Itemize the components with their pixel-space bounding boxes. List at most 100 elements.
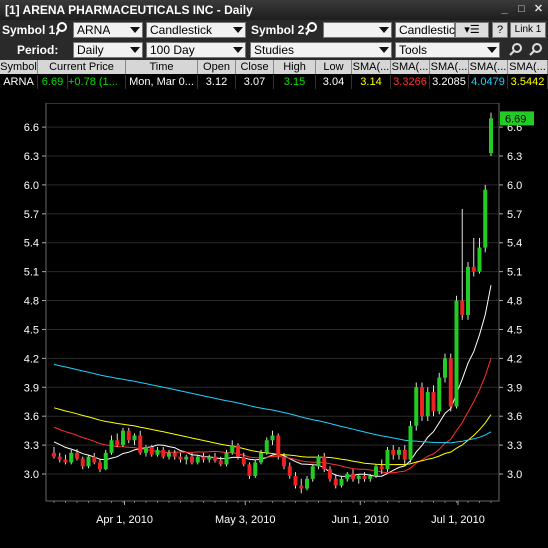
y-tick-label-left: 6.6 bbox=[24, 122, 39, 134]
cell-close: 3.07 bbox=[236, 75, 274, 89]
y-tick-label-left: 6.3 bbox=[24, 151, 39, 163]
cell-time: Mon, Mar 0... bbox=[126, 75, 198, 89]
y-tick-label-left: 4.8 bbox=[24, 296, 39, 308]
y-tick-label-left: 6.0 bbox=[24, 180, 39, 192]
symbol2-label: Symbol 2: bbox=[251, 23, 309, 37]
cell-sma2: 3.3266 bbox=[391, 75, 430, 89]
y-tick-label-left: 3.3 bbox=[24, 440, 39, 452]
candle-body bbox=[115, 440, 120, 446]
y-tick-label-right: 4.8 bbox=[507, 296, 522, 308]
candle-body bbox=[385, 449, 390, 470]
y-tick-label-left: 5.7 bbox=[24, 209, 39, 221]
candle-body bbox=[132, 435, 137, 441]
symbol2-input[interactable] bbox=[323, 22, 392, 38]
candle bbox=[489, 112, 493, 157]
candle-body bbox=[126, 430, 131, 441]
search-icon[interactable] bbox=[305, 22, 321, 38]
candle-body bbox=[483, 189, 488, 248]
col-header-sma5[interactable]: SMA(... bbox=[508, 60, 548, 74]
candle bbox=[86, 454, 91, 469]
candle-body bbox=[425, 392, 430, 417]
range-value: 100 Day bbox=[150, 43, 195, 57]
candle-body bbox=[138, 435, 143, 453]
cell-low: 3.04 bbox=[316, 75, 352, 89]
candle bbox=[454, 295, 459, 409]
col-header-sma2[interactable]: SMA(... bbox=[391, 60, 430, 74]
help-button[interactable]: ? bbox=[492, 22, 508, 38]
period-select[interactable]: Daily bbox=[73, 42, 143, 58]
x-tick-label: Jun 1, 2010 bbox=[332, 514, 390, 526]
candle-body bbox=[253, 462, 258, 476]
range-select[interactable]: 100 Day bbox=[146, 42, 246, 58]
close-icon[interactable]: ✕ bbox=[532, 3, 545, 16]
tools-select[interactable]: Tools bbox=[395, 42, 500, 58]
candle-body bbox=[167, 452, 171, 457]
y-tick-label-right: 5.7 bbox=[507, 209, 522, 221]
symbol1-label: Symbol 1: bbox=[2, 23, 60, 37]
studies-select[interactable]: Studies bbox=[250, 42, 392, 58]
candle-body bbox=[178, 456, 183, 460]
chart-type2-select[interactable]: Candlestick bbox=[395, 22, 461, 38]
price-chart[interactable]: 6.6 6.66.3 6.36.0 6.05.7 5.75.4 5.45.1 5.14.8 4… bbox=[0, 103, 548, 548]
col-header-time[interactable]: Time bbox=[126, 60, 198, 74]
col-header-high[interactable]: High bbox=[274, 60, 316, 74]
y-tick-label-left: 5.1 bbox=[24, 267, 39, 279]
chevron-down-icon bbox=[233, 27, 243, 33]
col-header-close[interactable]: Close bbox=[236, 60, 274, 74]
col-header-symbol[interactable]: Symbol bbox=[0, 60, 38, 74]
zoom-out-icon[interactable] bbox=[508, 42, 524, 58]
col-header-sma4[interactable]: SMA(... bbox=[469, 60, 508, 74]
chevron-down-icon bbox=[233, 47, 243, 53]
candle-body bbox=[454, 300, 459, 407]
y-tick-label-right: 5.1 bbox=[507, 267, 522, 279]
col-header-sma1[interactable]: SMA(... bbox=[352, 60, 391, 74]
y-tick-label-left: 4.2 bbox=[24, 353, 39, 365]
cell-high: 3.15 bbox=[274, 75, 316, 89]
y-tick-label-left: 5.4 bbox=[24, 238, 39, 250]
candle-body bbox=[460, 300, 465, 316]
candle-body bbox=[448, 358, 453, 407]
col-header-low[interactable]: Low bbox=[316, 60, 352, 74]
candle bbox=[414, 382, 419, 431]
menu-icon[interactable]: ▾☰ bbox=[455, 22, 489, 38]
candle bbox=[103, 449, 108, 471]
y-tick-label-right: 5.4 bbox=[507, 238, 522, 250]
chart-type-select[interactable]: Candlestick bbox=[146, 22, 246, 38]
x-tick-label: Jul 1, 2010 bbox=[431, 514, 485, 526]
candle-body bbox=[52, 452, 56, 457]
zoom-in-icon[interactable] bbox=[528, 42, 544, 58]
candle-body bbox=[374, 466, 378, 476]
candle-body bbox=[172, 452, 177, 457]
candle-body bbox=[362, 475, 367, 479]
maximize-icon[interactable]: □ bbox=[515, 3, 528, 16]
cell-sma1: 3.14 bbox=[352, 75, 391, 89]
chart-background bbox=[0, 103, 548, 548]
quote-table: Symbol Current Price Time Open Close Hig… bbox=[0, 60, 548, 90]
symbol1-input[interactable]: ARNA bbox=[73, 22, 143, 38]
col-header-current-price[interactable]: Current Price bbox=[38, 60, 126, 74]
y-tick-label-right: 4.5 bbox=[507, 324, 522, 336]
candle-body bbox=[333, 478, 338, 486]
candle-body bbox=[293, 475, 298, 486]
y-tick-label-left: 3.6 bbox=[24, 411, 39, 423]
candle-body bbox=[287, 466, 292, 476]
window-title: [1] ARENA PHARMACEUTICALS INC - Daily bbox=[5, 3, 253, 17]
cell-sma3: 3.2085 bbox=[430, 75, 469, 89]
candle-body bbox=[443, 358, 447, 378]
studies-value: Studies bbox=[254, 43, 295, 57]
col-header-open[interactable]: Open bbox=[198, 60, 236, 74]
minimize-icon[interactable]: _ bbox=[498, 3, 511, 16]
candle-body bbox=[328, 469, 332, 479]
candle-body bbox=[195, 456, 200, 463]
col-header-sma3[interactable]: SMA(... bbox=[430, 60, 469, 74]
cell-open: 3.12 bbox=[198, 75, 236, 89]
candle-body bbox=[80, 458, 85, 467]
link-button[interactable]: Link 1 bbox=[510, 22, 546, 38]
cell-sma4: 4.0479 bbox=[469, 75, 508, 89]
chevron-down-icon bbox=[487, 47, 497, 53]
last-price-tag: 6.69 bbox=[500, 111, 534, 126]
search-icon[interactable] bbox=[55, 22, 71, 38]
candle-body bbox=[345, 474, 350, 479]
y-tick-label-right: 3.6 bbox=[507, 411, 522, 423]
candle-body bbox=[184, 456, 189, 460]
